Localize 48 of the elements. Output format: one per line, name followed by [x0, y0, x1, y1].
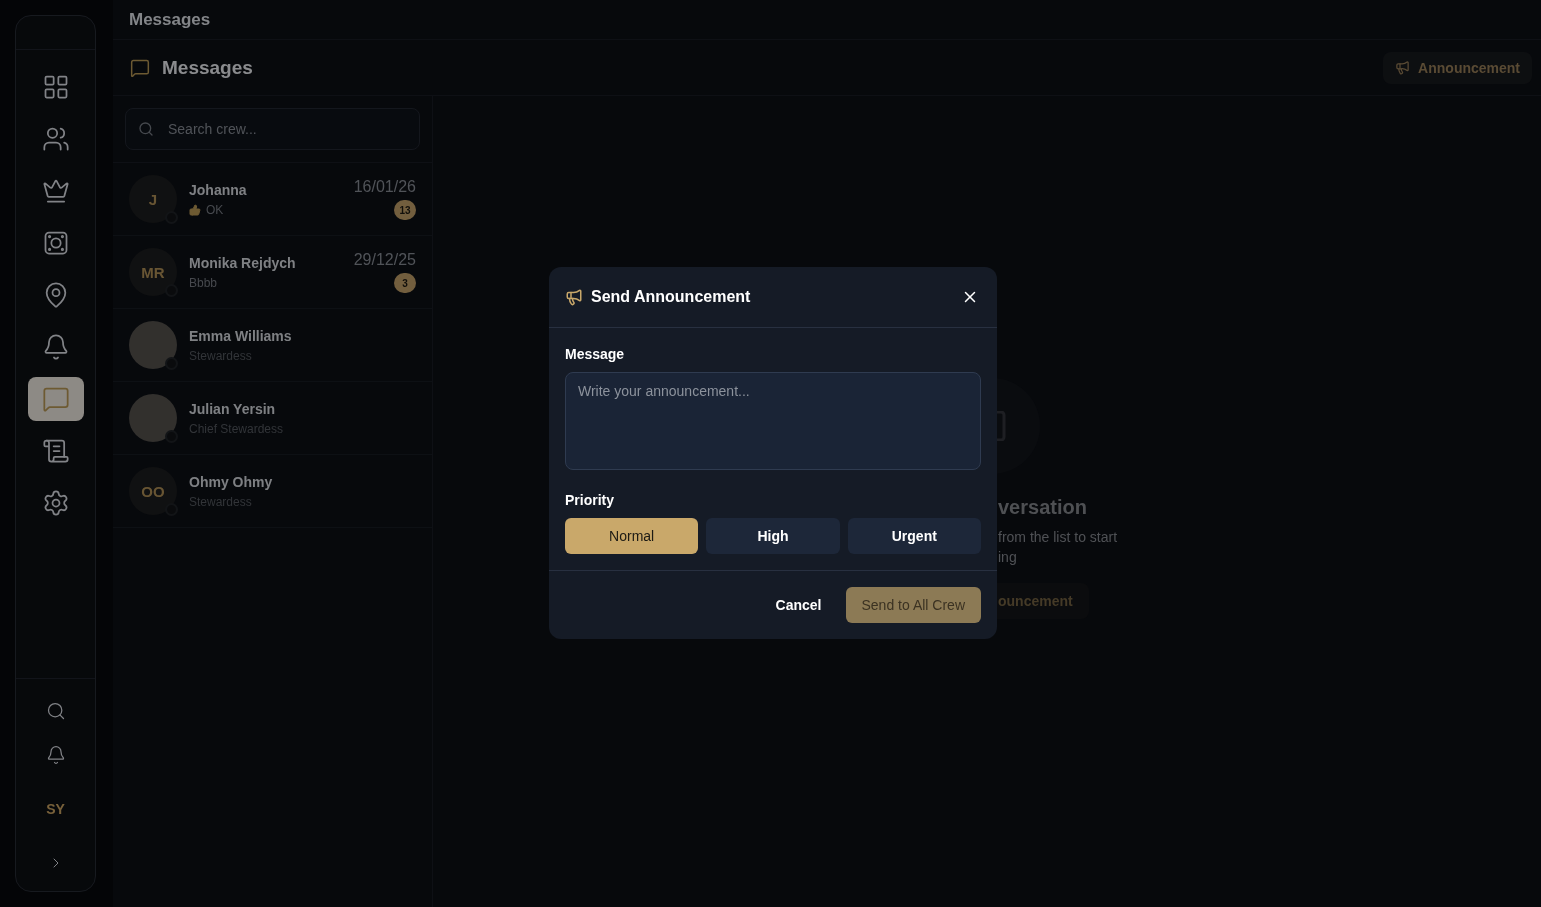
photo-placeholder [129, 394, 177, 442]
message-input[interactable]: Write your announcement... [565, 372, 981, 470]
crown-icon [41, 177, 70, 205]
priority-option[interactable]: Urgent [847, 518, 981, 554]
contact-name: Monika Rejdych [189, 254, 297, 271]
scroll-icon [41, 437, 70, 465]
unread-badge: 3 [394, 273, 416, 293]
empty-state-title: versation [998, 496, 1088, 519]
search-field[interactable]: Search crew... [125, 108, 420, 150]
search-icon [45, 701, 66, 721]
page-title: Messages [129, 9, 211, 30]
chat-icon [41, 385, 70, 413]
avatar: OO [129, 467, 177, 515]
cancel-button[interactable]: Cancel [763, 587, 834, 623]
message-date: 16/01/26 [353, 178, 416, 196]
conversation-row[interactable]: MR Monika Rejdych Bbbb 29/12/25 3 [113, 236, 432, 309]
search-input[interactable]: Search crew... [166, 120, 407, 138]
field-label: Priority [565, 492, 615, 508]
bell-icon [45, 745, 66, 765]
photo-placeholder [129, 321, 177, 369]
message-preview: OK [206, 202, 224, 217]
empty-state-text: ing [998, 548, 1018, 567]
section-title: Messages [162, 56, 254, 79]
search-icon [138, 121, 154, 137]
priority-option[interactable]: High [706, 518, 840, 554]
avatar: J [129, 175, 177, 223]
contact-name: Emma Williams [189, 327, 293, 344]
megaphone-icon [565, 288, 583, 306]
conversation-row[interactable]: J Johanna OK 16/01/26 13 [113, 163, 432, 236]
dialog-title: Send Announcement [591, 288, 752, 306]
contact-name: Ohmy Ohmy [189, 473, 274, 490]
priority-option[interactable]: Normal [565, 518, 699, 554]
field-label: Message [565, 346, 626, 362]
message-preview: Bbbb [189, 275, 218, 290]
unread-badge: 13 [394, 200, 416, 220]
send-button[interactable]: Send to All Crew [845, 587, 981, 623]
users-icon [41, 125, 70, 153]
avatar: MR [129, 248, 177, 296]
megaphone-icon [1395, 60, 1411, 75]
contact-name: Johanna [189, 181, 248, 198]
status-dot [165, 357, 178, 370]
chat-icon [130, 57, 150, 78]
empty-state-text: from the list to start [998, 528, 1119, 547]
nav-button[interactable] [27, 377, 84, 421]
contact-name: Julian Yersin [189, 400, 277, 417]
message-date: 29/12/25 [353, 251, 416, 269]
user-initials[interactable]: SY [38, 783, 73, 835]
status-dot [165, 430, 178, 443]
